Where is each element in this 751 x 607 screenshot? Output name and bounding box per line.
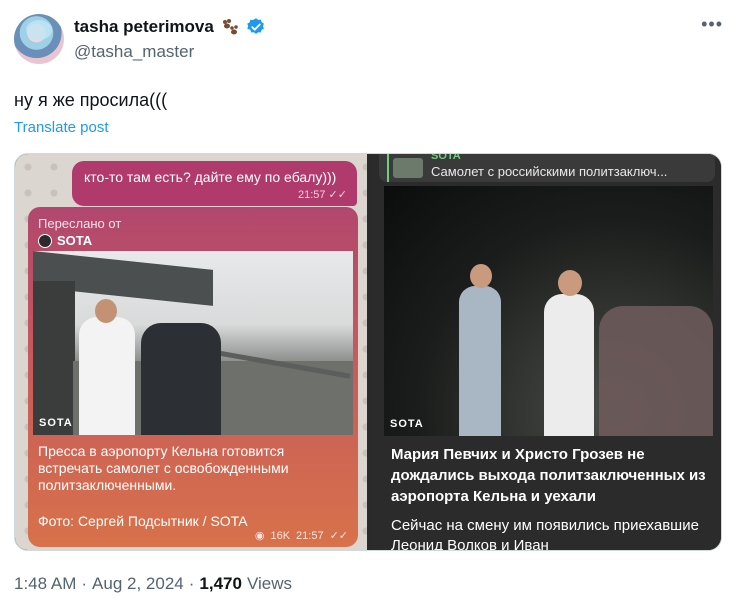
chat-message-time: 21:57 ✓✓ bbox=[297, 189, 347, 201]
media-grid: кто-то там есть? дайте ему по ебалу))) 2… bbox=[14, 153, 722, 551]
message-time: 21:57 bbox=[296, 529, 324, 542]
post-date[interactable]: Aug 2, 2024 bbox=[92, 574, 184, 594]
airport-press-photo: SOTA bbox=[33, 251, 353, 435]
forwarded-source: SOTA bbox=[38, 233, 92, 248]
message-meta: ◉ 16K 21:57 ✓✓ bbox=[254, 529, 348, 543]
avatar[interactable] bbox=[14, 14, 64, 64]
views-count: 1,470 bbox=[199, 574, 242, 593]
more-options-icon[interactable]: ••• bbox=[701, 14, 723, 35]
verified-badge-icon bbox=[247, 18, 264, 34]
sota-logo-icon bbox=[38, 233, 52, 248]
right-subtext: Сейчас на смену им появились приехавшие … bbox=[391, 517, 699, 551]
read-check-icon: ✓✓ bbox=[329, 530, 348, 542]
photo-watermark: SOTA bbox=[39, 417, 73, 429]
media-image-left[interactable]: кто-то там есть? дайте ему по ебалу))) 2… bbox=[15, 154, 367, 550]
views-count: 16K bbox=[270, 529, 291, 542]
views-label: Views bbox=[246, 574, 293, 593]
reply-source: SOTA bbox=[431, 153, 461, 162]
right-caption: Мария Певчих и Христо Грозев не дождалис… bbox=[391, 446, 706, 505]
reply-title: Самолет с российскими политзаключ... bbox=[431, 164, 668, 179]
author-name-row: tasha peterimova bbox=[74, 17, 266, 37]
translate-post-link[interactable]: Translate post bbox=[14, 119, 109, 136]
forwarded-message: Переслано от SOTA SOTA Пресса в аэропорт… bbox=[28, 207, 358, 547]
paw-prints-icon bbox=[222, 19, 238, 35]
media-image-right[interactable]: SOTA Самолет с российскими политзаключ..… bbox=[371, 154, 721, 551]
forwarded-label: Переслано от bbox=[38, 216, 122, 231]
author-handle[interactable]: @tasha_master bbox=[74, 42, 194, 62]
photo-watermark: SOTA bbox=[390, 418, 424, 430]
post-time[interactable]: 1:48 AM bbox=[14, 574, 76, 594]
night-airport-photo: SOTA bbox=[384, 186, 713, 436]
reply-header: SOTA Самолет с российскими политзаключ..… bbox=[379, 154, 715, 182]
chat-message-text: кто-то там есть? дайте ему по ебалу))) bbox=[84, 169, 337, 185]
post-metadata: 1:48 AM · Aug 2, 2024 · 1,470 Views bbox=[14, 574, 293, 594]
reply-thumbnail bbox=[393, 158, 423, 178]
eye-icon: ◉ bbox=[254, 530, 265, 542]
photo-credit: Фото: Сергей Подсытник / SOTA bbox=[38, 513, 248, 529]
forwarded-caption: Пресса в аэропорту Кельна готовится встр… bbox=[38, 443, 289, 493]
display-name[interactable]: tasha peterimova bbox=[74, 17, 214, 37]
chat-message-bubble: кто-то там есть? дайте ему по ебалу))) 2… bbox=[72, 161, 357, 206]
post-text: ну я же просила((( bbox=[14, 90, 168, 110]
